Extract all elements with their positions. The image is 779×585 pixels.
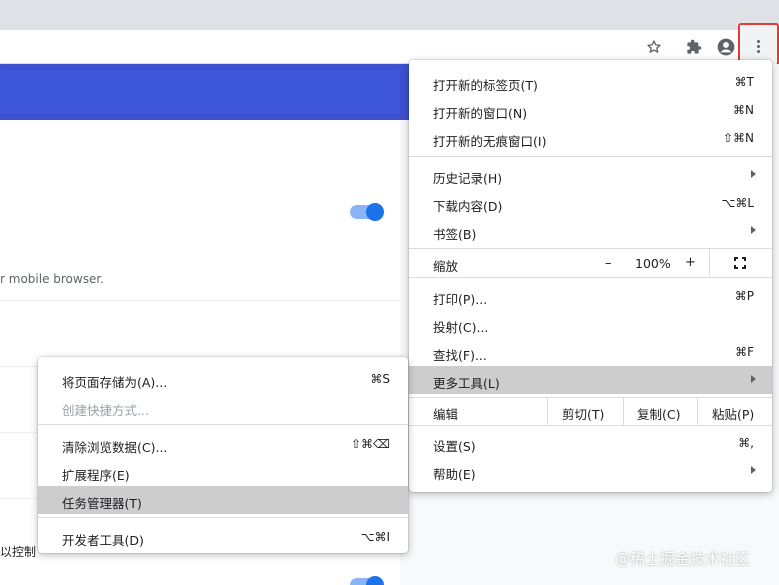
menu-item-cast[interactable]: 投射(C)... — [409, 310, 772, 338]
menu-separator — [409, 277, 772, 278]
submenu-arrow-icon — [751, 466, 756, 474]
menu-item-print[interactable]: 打印(P)... ⌘P — [409, 282, 772, 310]
cut-button[interactable]: 剪切(T) — [562, 404, 604, 423]
setting-description: r mobile browser. — [0, 272, 104, 286]
zoom-level: 100% — [635, 256, 671, 271]
menu-item-new-incognito[interactable]: 打开新的无痕窗口(I) ⇧⌘N — [409, 124, 772, 152]
menu-item-task-manager[interactable]: 任务管理器(T) — [38, 486, 408, 514]
divider — [623, 397, 624, 425]
star-icon[interactable] — [642, 35, 666, 59]
extensions-icon[interactable] — [682, 35, 706, 59]
menu-separator — [409, 156, 772, 157]
menu-row-zoom: 缩放 – 100% + — [409, 249, 772, 277]
settings-toggle[interactable] — [350, 576, 384, 585]
more-tools-submenu: 将页面存储为(A)... ⌘S 创建快捷方式... 清除浏览数据(C)... ⇧… — [38, 357, 408, 553]
copy-button[interactable]: 复制(C) — [637, 404, 680, 423]
menu-separator — [38, 424, 408, 425]
divider — [709, 249, 710, 277]
setting-label: 以控制 — [0, 545, 37, 559]
menu-item-new-window[interactable]: 打开新的窗口(N) ⌘N — [409, 96, 772, 124]
divider — [697, 397, 698, 425]
search-bar[interactable] — [0, 70, 400, 114]
tab-strip — [0, 0, 779, 30]
menu-item-bookmarks[interactable]: 书签(B) — [409, 217, 772, 245]
submenu-arrow-icon — [751, 375, 756, 383]
menu-item-create-shortcut: 创建快捷方式... — [62, 403, 149, 418]
menu-item-clear-data[interactable]: 清除浏览数据(C)... ⇧⌘⌫ — [38, 430, 408, 458]
submenu-arrow-icon — [751, 226, 756, 234]
fullscreen-icon[interactable] — [734, 257, 746, 269]
profile-icon[interactable] — [714, 35, 738, 59]
zoom-in-button[interactable]: + — [685, 255, 696, 270]
menu-item-downloads[interactable]: 下载内容(D) ⌥⌘L — [409, 189, 772, 217]
paste-button[interactable]: 粘贴(P) — [712, 404, 754, 423]
menu-separator — [409, 425, 772, 426]
menu-item-help[interactable]: 帮助(E) — [409, 457, 772, 485]
menu-item-save-page[interactable]: 将页面存储为(A)... ⌘S — [38, 365, 408, 393]
menu-row-edit: 编辑 剪切(T) 复制(C) 粘贴(P) — [409, 397, 772, 425]
submenu-arrow-icon — [751, 170, 756, 178]
menu-item-dev-tools[interactable]: 开发者工具(D) ⌥⌘I — [38, 523, 408, 551]
menu-item-more-tools[interactable]: 更多工具(L) — [409, 366, 772, 394]
menu-item-settings[interactable]: 设置(S) ⌘, — [409, 429, 772, 457]
page-header — [0, 64, 410, 120]
browser-toolbar — [0, 30, 779, 64]
watermark: @稀土掘金技术社区 — [615, 550, 751, 568]
divider — [547, 397, 548, 425]
more-icon — [757, 40, 761, 55]
divider — [0, 300, 400, 301]
settings-toggle[interactable] — [350, 203, 384, 221]
zoom-out-button[interactable]: – — [605, 256, 612, 271]
menu-item-find[interactable]: 查找(F)... ⌘F — [409, 338, 772, 366]
menu-item-extensions[interactable]: 扩展程序(E) — [38, 458, 408, 486]
menu-separator — [38, 517, 408, 518]
menu-item-new-tab[interactable]: 打开新的标签页(T) ⌘T — [409, 68, 772, 96]
chrome-main-menu: 打开新的标签页(T) ⌘T 打开新的窗口(N) ⌘N 打开新的无痕窗口(I) ⇧… — [409, 60, 772, 492]
menu-item-history[interactable]: 历史记录(H) — [409, 161, 772, 189]
